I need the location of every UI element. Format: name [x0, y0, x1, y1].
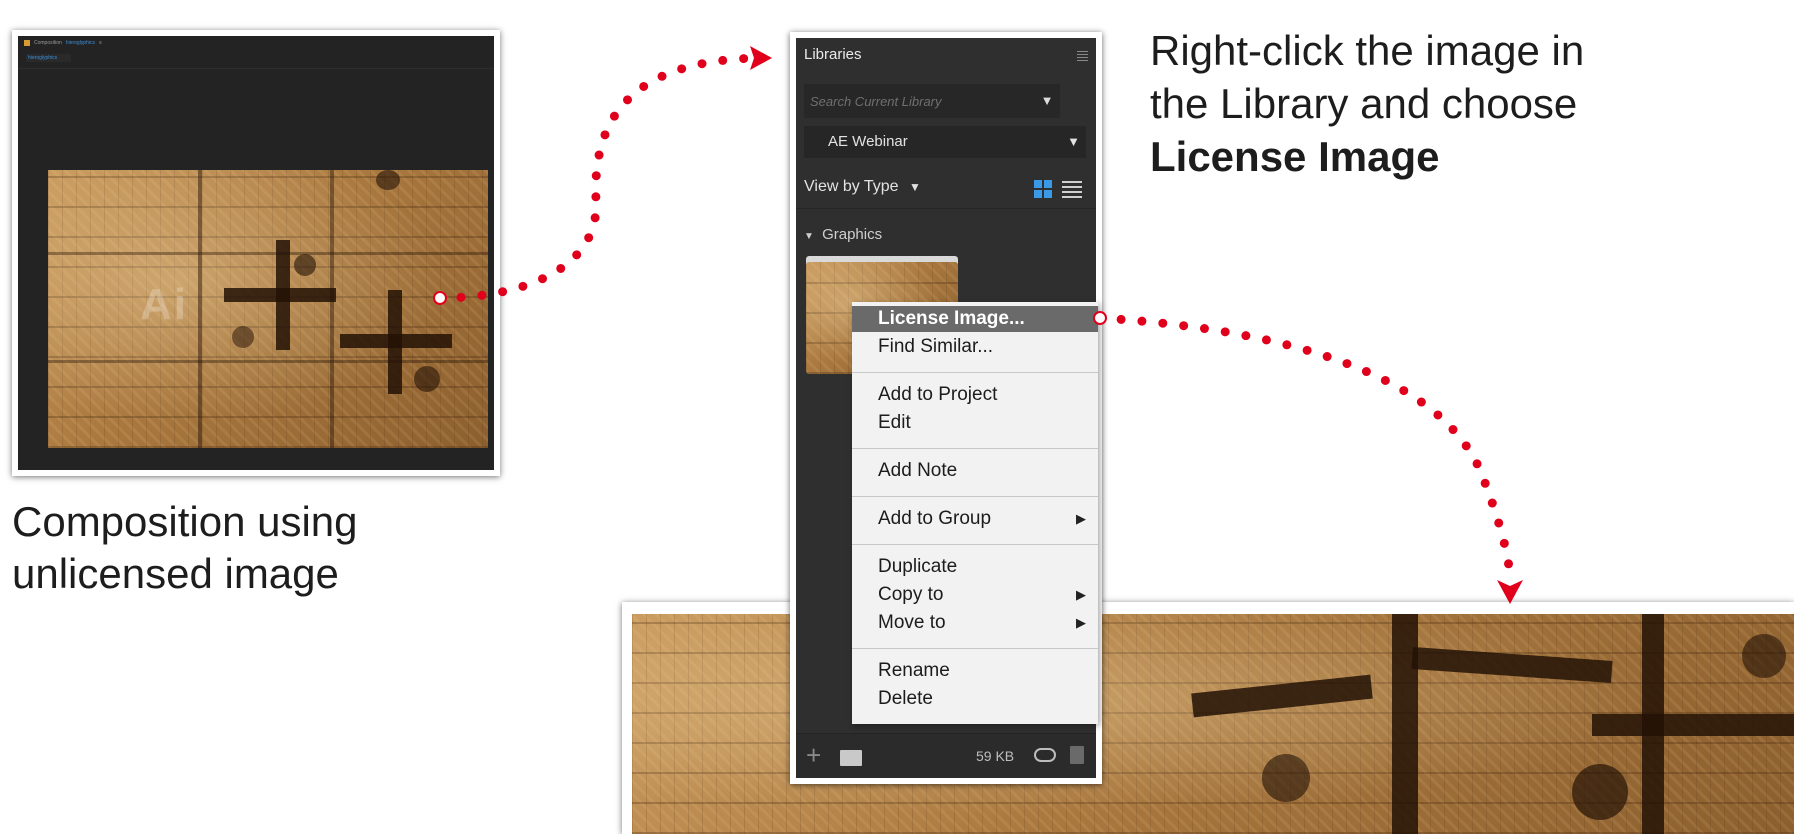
libraries-title[interactable]: Libraries: [804, 46, 862, 63]
menu-item-rename[interactable]: Rename: [852, 658, 1098, 684]
submenu-arrow-icon: ▶: [1076, 587, 1086, 602]
arrowhead-libraries-icon: [750, 46, 772, 70]
submenu-arrow-icon: ▶: [1076, 615, 1086, 630]
menu-item-edit[interactable]: Edit: [852, 410, 1098, 436]
menu-item-find-similar[interactable]: Find Similar...: [852, 334, 1098, 360]
menu-separator: [852, 496, 1098, 497]
arrowhead-image-icon: [1497, 580, 1523, 604]
menu-item-label: Duplicate: [878, 556, 958, 577]
menu-item-add-to-project[interactable]: Add to Project: [852, 382, 1098, 408]
libraries-header: Libraries: [796, 38, 1096, 72]
library-dropdown-icon: ▼: [1067, 134, 1080, 149]
menu-item-copy-to[interactable]: Copy to ▶: [852, 582, 1098, 608]
caption-line-2: unlicensed image: [12, 550, 339, 597]
composition-subtab-bar: hieroglyphics: [18, 50, 494, 69]
menu-item-add-note[interactable]: Add Note: [852, 458, 1098, 484]
folder-icon[interactable]: [840, 750, 862, 766]
menu-item-label: Add Note: [878, 460, 958, 481]
menu-item-license-image[interactable]: License Image...: [852, 306, 1098, 332]
menu-item-label: Add to Group: [878, 508, 992, 529]
sync-icon[interactable]: [1034, 748, 1056, 762]
composition-tab-label[interactable]: Composition: [34, 40, 62, 46]
menu-item-label: License Image...: [878, 308, 1025, 329]
add-icon[interactable]: +: [806, 740, 821, 771]
library-select-value: AE Webinar: [828, 133, 908, 150]
library-search: ▼: [804, 84, 1060, 118]
library-size: 59 KB: [976, 748, 1015, 764]
submenu-arrow-icon: ▶: [1076, 511, 1086, 526]
view-dropdown-icon: ▼: [909, 180, 921, 194]
instruction-bold: License Image: [1150, 133, 1440, 180]
composition-tab-name[interactable]: hieroglyphics: [66, 40, 95, 46]
library-select[interactable]: AE Webinar ▼: [804, 126, 1086, 158]
menu-separator: [852, 448, 1098, 449]
arrow-to-image: [1095, 313, 1515, 585]
menu-item-label: Add to Project: [878, 384, 998, 405]
composition-panel: Composition hieroglyphics ≡ hieroglyphic…: [18, 36, 494, 470]
instruction-line-1: Right-click the image in: [1150, 27, 1585, 74]
section-label: Graphics: [822, 226, 883, 243]
menu-item-add-to-group[interactable]: Add to Group ▶: [852, 506, 1098, 532]
composition-tab-menu-icon[interactable]: ≡: [99, 40, 102, 46]
libraries-footer: + 59 KB: [796, 733, 1096, 778]
grid-view-icon[interactable]: [1034, 180, 1052, 198]
view-bar: View by Type ▼: [796, 166, 1096, 209]
composition-color-icon: [24, 40, 30, 46]
composition-watermark: Ai: [140, 280, 188, 329]
menu-item-duplicate[interactable]: Duplicate: [852, 554, 1098, 580]
view-by-label: View by Type: [804, 178, 899, 195]
menu-item-move-to[interactable]: Move to ▶: [852, 610, 1098, 636]
instruction-line-2: the Library and choose: [1150, 80, 1578, 127]
panel-menu-icon[interactable]: [1077, 50, 1088, 61]
library-search-input[interactable]: [804, 84, 1034, 118]
menu-item-label: Move to: [878, 612, 946, 633]
composition-subtab[interactable]: hieroglyphics: [26, 54, 72, 62]
menu-item-label: Rename: [878, 660, 950, 681]
composition-window: Composition hieroglyphics ≡ hieroglyphic…: [12, 30, 500, 476]
caption-line-1: Composition using: [12, 498, 358, 545]
trash-icon[interactable]: [1070, 746, 1084, 764]
menu-item-label: Find Similar...: [878, 336, 994, 357]
instruction-text: Right-click the image in the Library and…: [1150, 24, 1584, 183]
menu-item-delete[interactable]: Delete: [852, 686, 1098, 712]
search-dropdown-icon[interactable]: ▼: [1034, 84, 1060, 118]
composition-image: Ai: [48, 170, 488, 448]
menu-separator: [852, 648, 1098, 649]
composition-tabbar: Composition hieroglyphics ≡: [18, 36, 494, 50]
view-by-type-dropdown[interactable]: View by Type ▼: [804, 178, 921, 196]
section-toggle-icon: ▼: [804, 231, 814, 242]
menu-item-label: Edit: [878, 412, 911, 433]
menu-separator: [852, 544, 1098, 545]
menu-item-label: Delete: [878, 688, 933, 709]
menu-separator: [852, 372, 1098, 373]
menu-item-label: Copy to: [878, 584, 944, 605]
graphics-section-header[interactable]: ▼ Graphics: [804, 226, 882, 243]
composition-caption: Composition using unlicensed image: [12, 496, 358, 600]
list-view-icon[interactable]: [1062, 180, 1082, 198]
context-menu: License Image... Find Similar... Add to …: [852, 302, 1098, 724]
